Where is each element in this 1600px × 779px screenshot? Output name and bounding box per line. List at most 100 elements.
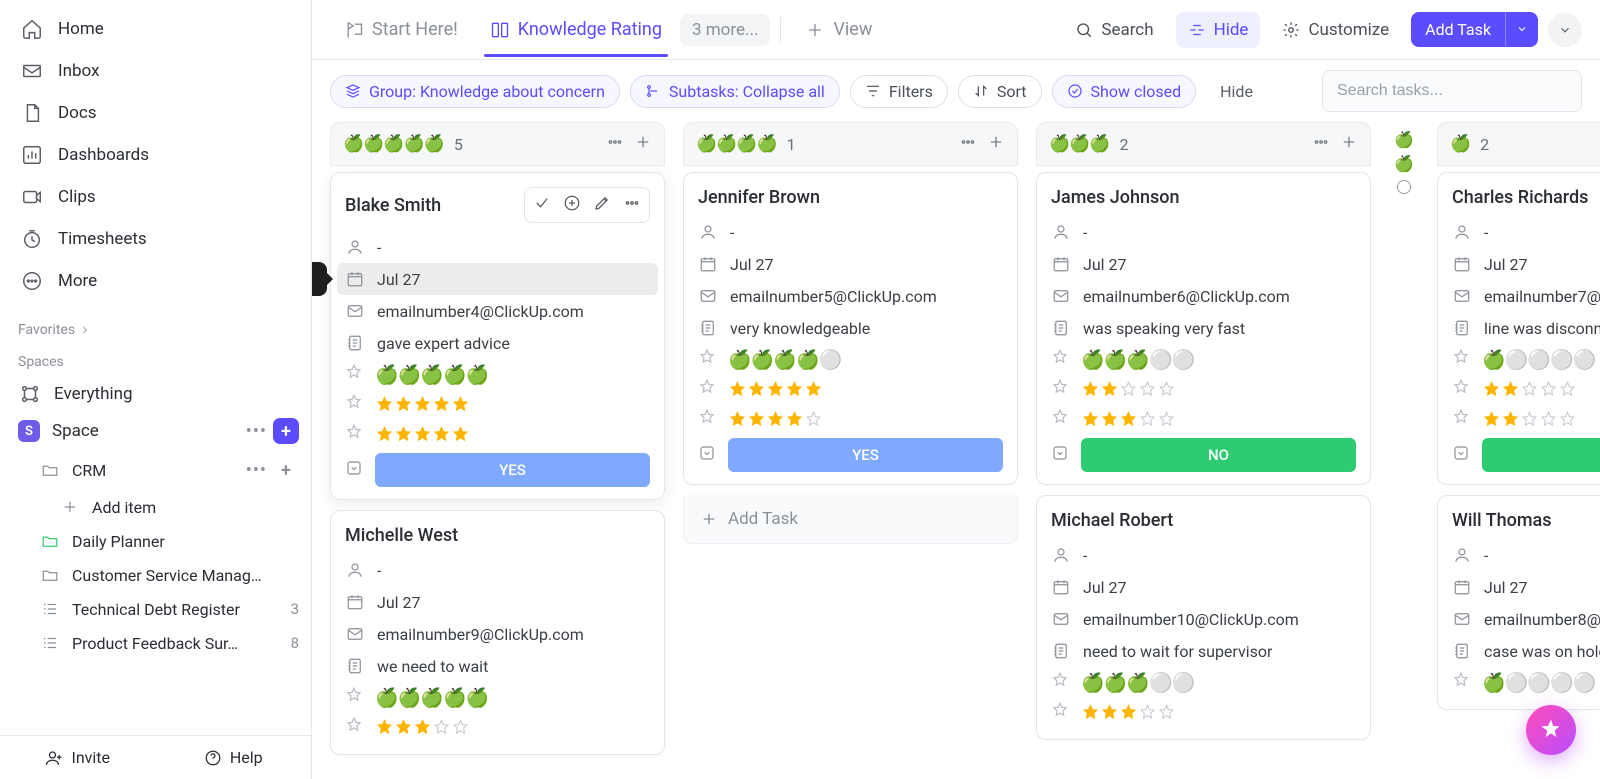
field-rating-2[interactable] xyxy=(345,419,650,449)
field-date[interactable]: Date created Jul 27 xyxy=(337,263,658,295)
field-apples[interactable]: 🍏⚪⚪⚪⚪ xyxy=(1452,667,1600,697)
card-menu-button[interactable] xyxy=(621,192,643,218)
field-yesno[interactable]: NO xyxy=(1051,434,1356,472)
field-apples[interactable]: 🍏🍏🍏🍏🍏 xyxy=(345,682,650,712)
task-card[interactable]: Blake Smith - Date created Jul 27 emailn… xyxy=(330,172,665,500)
field-assignee[interactable]: - xyxy=(1051,539,1356,571)
field-rating-2[interactable] xyxy=(698,404,1003,434)
field-email[interactable]: emailnumber10@ClickUp.com xyxy=(1051,603,1356,635)
field-assignee[interactable]: - xyxy=(345,231,650,263)
column-header[interactable]: 🍏🍏🍏2 xyxy=(1036,122,1371,166)
chip-hide[interactable]: Hide xyxy=(1206,76,1267,107)
field-email[interactable]: emailnumber4@ClickUp.com xyxy=(345,295,650,327)
sidebar-add-item[interactable]: Add item xyxy=(0,490,311,524)
field-rating-1[interactable] xyxy=(1452,374,1600,404)
invite-button[interactable]: Invite xyxy=(0,736,156,779)
complete-button[interactable] xyxy=(531,192,553,218)
field-rating-1[interactable] xyxy=(1051,374,1356,404)
sidebar-list-tech-debt[interactable]: Technical Debt Register3 xyxy=(0,592,311,626)
space-menu[interactable]: ••• xyxy=(246,421,267,442)
task-search[interactable] xyxy=(1322,70,1582,112)
field-rating-2[interactable] xyxy=(1051,404,1356,434)
spaces-section[interactable]: Spaces xyxy=(0,344,311,376)
field-email[interactable]: emailnumber9@ClickUp.com xyxy=(345,618,650,650)
field-rating-1[interactable] xyxy=(698,374,1003,404)
search-button[interactable]: Search xyxy=(1063,12,1165,48)
nav-inbox[interactable]: Inbox xyxy=(8,50,303,92)
space-add-button[interactable]: + xyxy=(273,418,299,444)
tab-start-here[interactable]: Start Here! xyxy=(330,3,472,56)
tab-more[interactable]: 3 more... xyxy=(680,14,770,46)
nav-clips[interactable]: Clips xyxy=(8,176,303,218)
hide-button[interactable]: Hide xyxy=(1176,12,1261,48)
field-note[interactable]: case was on hold xyxy=(1452,635,1600,667)
field-yesno[interactable]: YES xyxy=(698,434,1003,472)
add-task-button[interactable]: Add Task xyxy=(1411,12,1538,47)
field-apples[interactable]: 🍏🍏🍏⚪⚪ xyxy=(1051,667,1356,697)
field-note[interactable]: need to wait for supervisor xyxy=(1051,635,1356,667)
field-date[interactable]: Jul 27 xyxy=(1452,248,1600,280)
sidebar-item-space[interactable]: SSpace •••+ xyxy=(0,412,311,450)
column-add[interactable] xyxy=(634,133,652,155)
field-assignee[interactable]: - xyxy=(1452,216,1600,248)
nav-dashboards[interactable]: Dashboards xyxy=(8,134,303,176)
field-date[interactable]: Jul 27 xyxy=(1452,571,1600,603)
overflow-button[interactable] xyxy=(1548,13,1582,47)
field-yesno[interactable]: NO xyxy=(1452,434,1600,472)
field-rating-1[interactable] xyxy=(345,712,650,742)
field-assignee[interactable]: - xyxy=(345,554,650,586)
add-task-ghost[interactable]: Add Task xyxy=(683,495,1018,544)
column-menu[interactable] xyxy=(1312,133,1330,155)
field-rating-2[interactable] xyxy=(1452,404,1600,434)
column-menu[interactable] xyxy=(959,133,977,155)
customize-button[interactable]: Customize xyxy=(1270,12,1401,48)
board-column-collapsed[interactable]: 🍏🍏 xyxy=(1389,122,1419,779)
chip-group[interactable]: Group: Knowledge about concern xyxy=(330,75,620,108)
task-card[interactable]: Michael Robert - Jul 27 emailnumber10@Cl… xyxy=(1036,495,1371,740)
column-header[interactable]: 🍏2 xyxy=(1437,122,1600,166)
field-assignee[interactable]: - xyxy=(1452,539,1600,571)
field-email[interactable]: emailnumber5@ClickUp.com xyxy=(698,280,1003,312)
field-assignee[interactable]: - xyxy=(698,216,1003,248)
field-email[interactable]: emailnumber6@ClickUp.com xyxy=(1051,280,1356,312)
field-assignee[interactable]: - xyxy=(1051,216,1356,248)
add-view-button[interactable]: View xyxy=(791,3,886,56)
sidebar-folder-crm[interactable]: CRM •••+ xyxy=(0,450,311,490)
nav-docs[interactable]: Docs xyxy=(8,92,303,134)
column-add[interactable] xyxy=(987,133,1005,155)
field-email[interactable]: emailnumber8@ClickUp.com xyxy=(1452,603,1600,635)
task-search-input[interactable] xyxy=(1322,70,1582,112)
field-rating-1[interactable] xyxy=(345,389,650,419)
task-card[interactable]: James Johnson - Jul 27 emailnumber6@Clic… xyxy=(1036,172,1371,485)
add-subtask-button[interactable] xyxy=(561,192,583,218)
field-note[interactable]: gave expert advice xyxy=(345,327,650,359)
field-apples[interactable]: 🍏🍏🍏⚪⚪ xyxy=(1051,344,1356,374)
field-apples[interactable]: 🍏🍏🍏🍏⚪ xyxy=(698,344,1003,374)
field-rating-1[interactable] xyxy=(1051,697,1356,727)
nav-timesheets[interactable]: Timesheets xyxy=(8,218,303,260)
chip-subtasks[interactable]: Subtasks: Collapse all xyxy=(630,75,840,108)
field-apples[interactable]: 🍏⚪⚪⚪⚪ xyxy=(1452,344,1600,374)
sidebar-list-product-feedback[interactable]: Product Feedback Sur…8 xyxy=(0,626,311,660)
chip-show-closed[interactable]: Show closed xyxy=(1052,75,1197,108)
chip-filters[interactable]: Filters xyxy=(850,75,948,108)
task-card[interactable]: Michelle West - Jul 27 emailnumber9@Clic… xyxy=(330,510,665,755)
field-date[interactable]: Jul 27 xyxy=(698,248,1003,280)
edit-button[interactable] xyxy=(591,192,613,218)
task-card[interactable]: Jennifer Brown - Jul 27 emailnumber5@Cli… xyxy=(683,172,1018,485)
field-note[interactable]: we need to wait xyxy=(345,650,650,682)
field-date[interactable]: Jul 27 xyxy=(1051,248,1356,280)
chip-sort[interactable]: Sort xyxy=(958,75,1042,108)
nav-home[interactable]: Home xyxy=(8,8,303,50)
help-button[interactable]: Help xyxy=(156,736,312,779)
folder-menu[interactable]: ••• xyxy=(246,460,267,481)
column-header[interactable]: 🍏🍏🍏🍏🍏5 xyxy=(330,122,665,166)
column-header[interactable]: 🍏🍏🍏🍏1 xyxy=(683,122,1018,166)
field-note[interactable]: very knowledgeable xyxy=(698,312,1003,344)
field-apples[interactable]: 🍏🍏🍏🍏🍏 xyxy=(345,359,650,389)
column-menu[interactable] xyxy=(606,133,624,155)
sidebar-item-everything[interactable]: Everything xyxy=(0,376,311,412)
favorites-section[interactable]: Favorites xyxy=(0,312,311,344)
folder-add-button[interactable]: + xyxy=(273,457,299,483)
field-date[interactable]: Jul 27 xyxy=(1051,571,1356,603)
